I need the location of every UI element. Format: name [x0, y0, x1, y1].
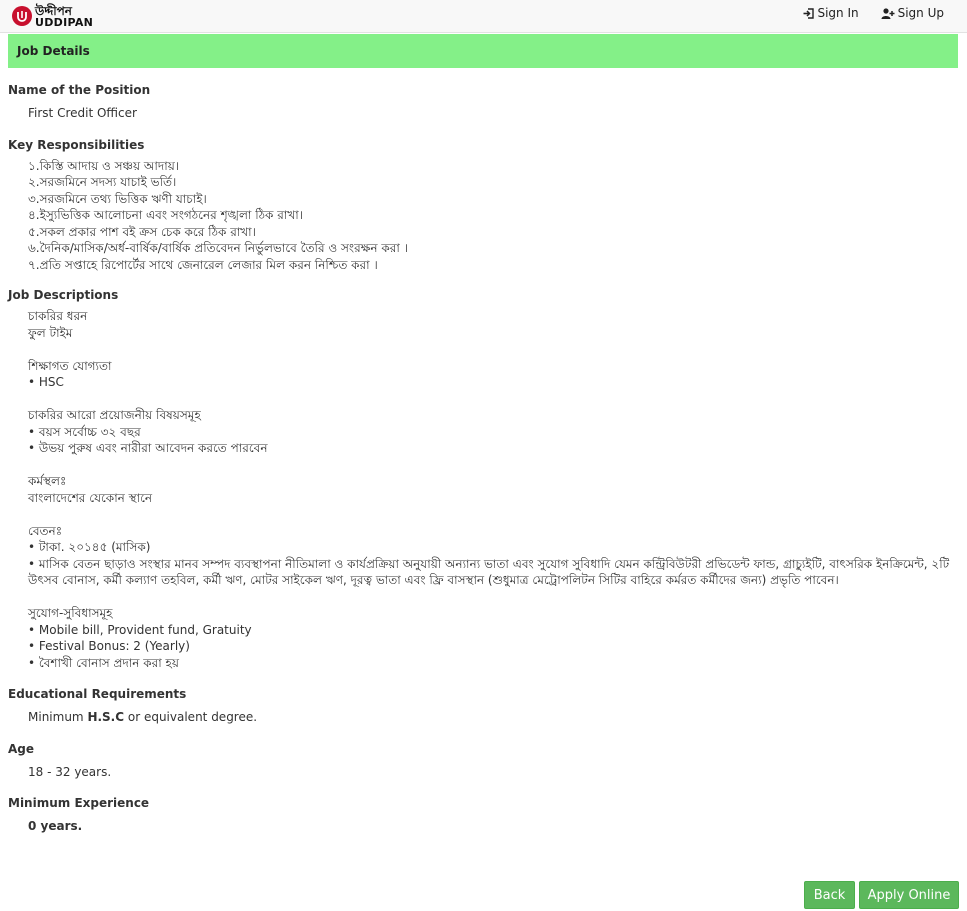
experience-heading: Minimum Experience [8, 796, 150, 810]
responsibility-item: ৩.সরজমিনে তথ্য ভিত্তিক ঋণী যাচাই। [28, 191, 207, 206]
position-heading: Name of the Position [8, 83, 151, 97]
sign-up-label: Sign Up [897, 6, 944, 20]
logo-text-english: UDDIPAN [35, 15, 94, 29]
back-button[interactable]: Back [804, 881, 855, 909]
other-requirements-label: চাকরির আরো প্রয়োজনীয় বিষয়সমূহ [28, 408, 201, 422]
salary-item: • মাসিক বেতন ছাড়াও সংস্থার মানব সম্পদ ব… [28, 556, 950, 588]
age-value: 18 - 32 years. [28, 764, 112, 779]
benefit-item: • Mobile bill, Provident fund, Gratuity [28, 622, 252, 637]
experience-section: Minimum Experience 0 years. [8, 795, 958, 835]
top-nav: Sign In Sign Up [803, 6, 944, 20]
education-section: Educational Requirements Minimum H.S.C o… [8, 686, 958, 726]
uddipan-logo[interactable]: উদ্দীপন UDDIPAN [12, 4, 93, 28]
responsibility-item: ২.সরজমিনে সদস্য যাচাই ভর্তি। [28, 175, 177, 189]
benefits-label: সুযোগ-সুবিধাসমূহ [28, 606, 113, 620]
benefit-item: • Festival Bonus: 2 (Yearly) [28, 639, 190, 653]
other-requirement-item: • উভয় পুরুষ এবং নারীরা আবেদন করতে পারবে… [28, 441, 268, 455]
sign-in-icon [803, 7, 815, 19]
descriptions-heading: Job Descriptions [8, 288, 119, 302]
location-value: বাংলাদেশের যেকোন স্থানে [28, 490, 153, 505]
education-label: শিক্ষাগত যোগ্যতা [28, 358, 112, 373]
action-buttons: Back Apply Online [804, 881, 959, 909]
location-label: কর্মস্থলঃ [28, 474, 67, 488]
salary-label: বেতনঃ [28, 523, 63, 538]
experience-value: 0 years. [28, 819, 83, 833]
top-navbar: উদ্দীপন UDDIPAN Sign In Sign Up [0, 0, 967, 33]
responsibilities-heading: Key Responsibilities [8, 137, 145, 152]
education-degree: H.S.C [87, 710, 125, 724]
salary-item: • টাকা. ২০১৪৫ (মাসিক) [28, 540, 151, 554]
responsibility-item: ৬.দৈনিক/মাসিক/অর্ধ-বার্ষিক/বার্ষিক প্রতি… [28, 241, 408, 255]
job-type-value: ফুল টাইম [28, 325, 73, 340]
other-requirement-item: • বয়স সর্বোচ্চ ৩২ বছর [28, 424, 141, 439]
education-prefix: Minimum [28, 710, 88, 724]
sign-in-label: Sign In [817, 6, 859, 20]
sign-up-link[interactable]: Sign Up [881, 6, 944, 20]
add-user-icon [881, 7, 895, 19]
job-details-content: Name of the Position First Credit Office… [8, 82, 958, 835]
job-type-label: চাকরির ধরন [28, 309, 88, 323]
apply-online-button[interactable]: Apply Online [859, 881, 959, 909]
responsibilities-section: Key Responsibilities ১.কিস্তি আদায় ও সঞ… [8, 137, 958, 274]
job-details-header: Job Details [8, 34, 958, 68]
education-heading: Educational Requirements [8, 687, 187, 701]
responsibility-item: ৪.ইস্যুভিত্তিক আলোচনা এবং সংগঠনের শৃঙ্খল… [28, 208, 304, 222]
benefit-item: • বৈশাখী বোনাস প্রদান করা হয় [28, 655, 179, 670]
descriptions-section: Job Descriptions চাকরির ধরন ফুল টাইম শিক… [8, 287, 958, 671]
logo-emblem-icon [12, 6, 32, 26]
panel-title: Job Details [17, 44, 90, 58]
education-suffix: or equivalent degree. [124, 710, 258, 724]
sign-in-link[interactable]: Sign In [803, 6, 859, 20]
responsibility-item: ১.কিস্তি আদায় ও সঞ্চয় আদায়। [28, 158, 180, 173]
position-section: Name of the Position First Credit Office… [8, 82, 958, 122]
responsibility-item: ৫.সকল প্রকার পাশ বই ক্রস চেক করে ঠিক রাখ… [28, 224, 256, 239]
position-value: First Credit Officer [28, 106, 137, 120]
age-heading: Age [8, 741, 35, 756]
age-section: Age 18 - 32 years. [8, 741, 958, 781]
logo-text-bangla: উদ্দীপন [35, 3, 72, 18]
responsibility-item: ৭.প্রতি সপ্তাহে রিপোর্টের সাথে জেনারেল ল… [28, 257, 378, 272]
education-item: • HSC [28, 375, 64, 389]
education-requirement: Minimum H.S.C or equivalent degree. [8, 702, 958, 726]
